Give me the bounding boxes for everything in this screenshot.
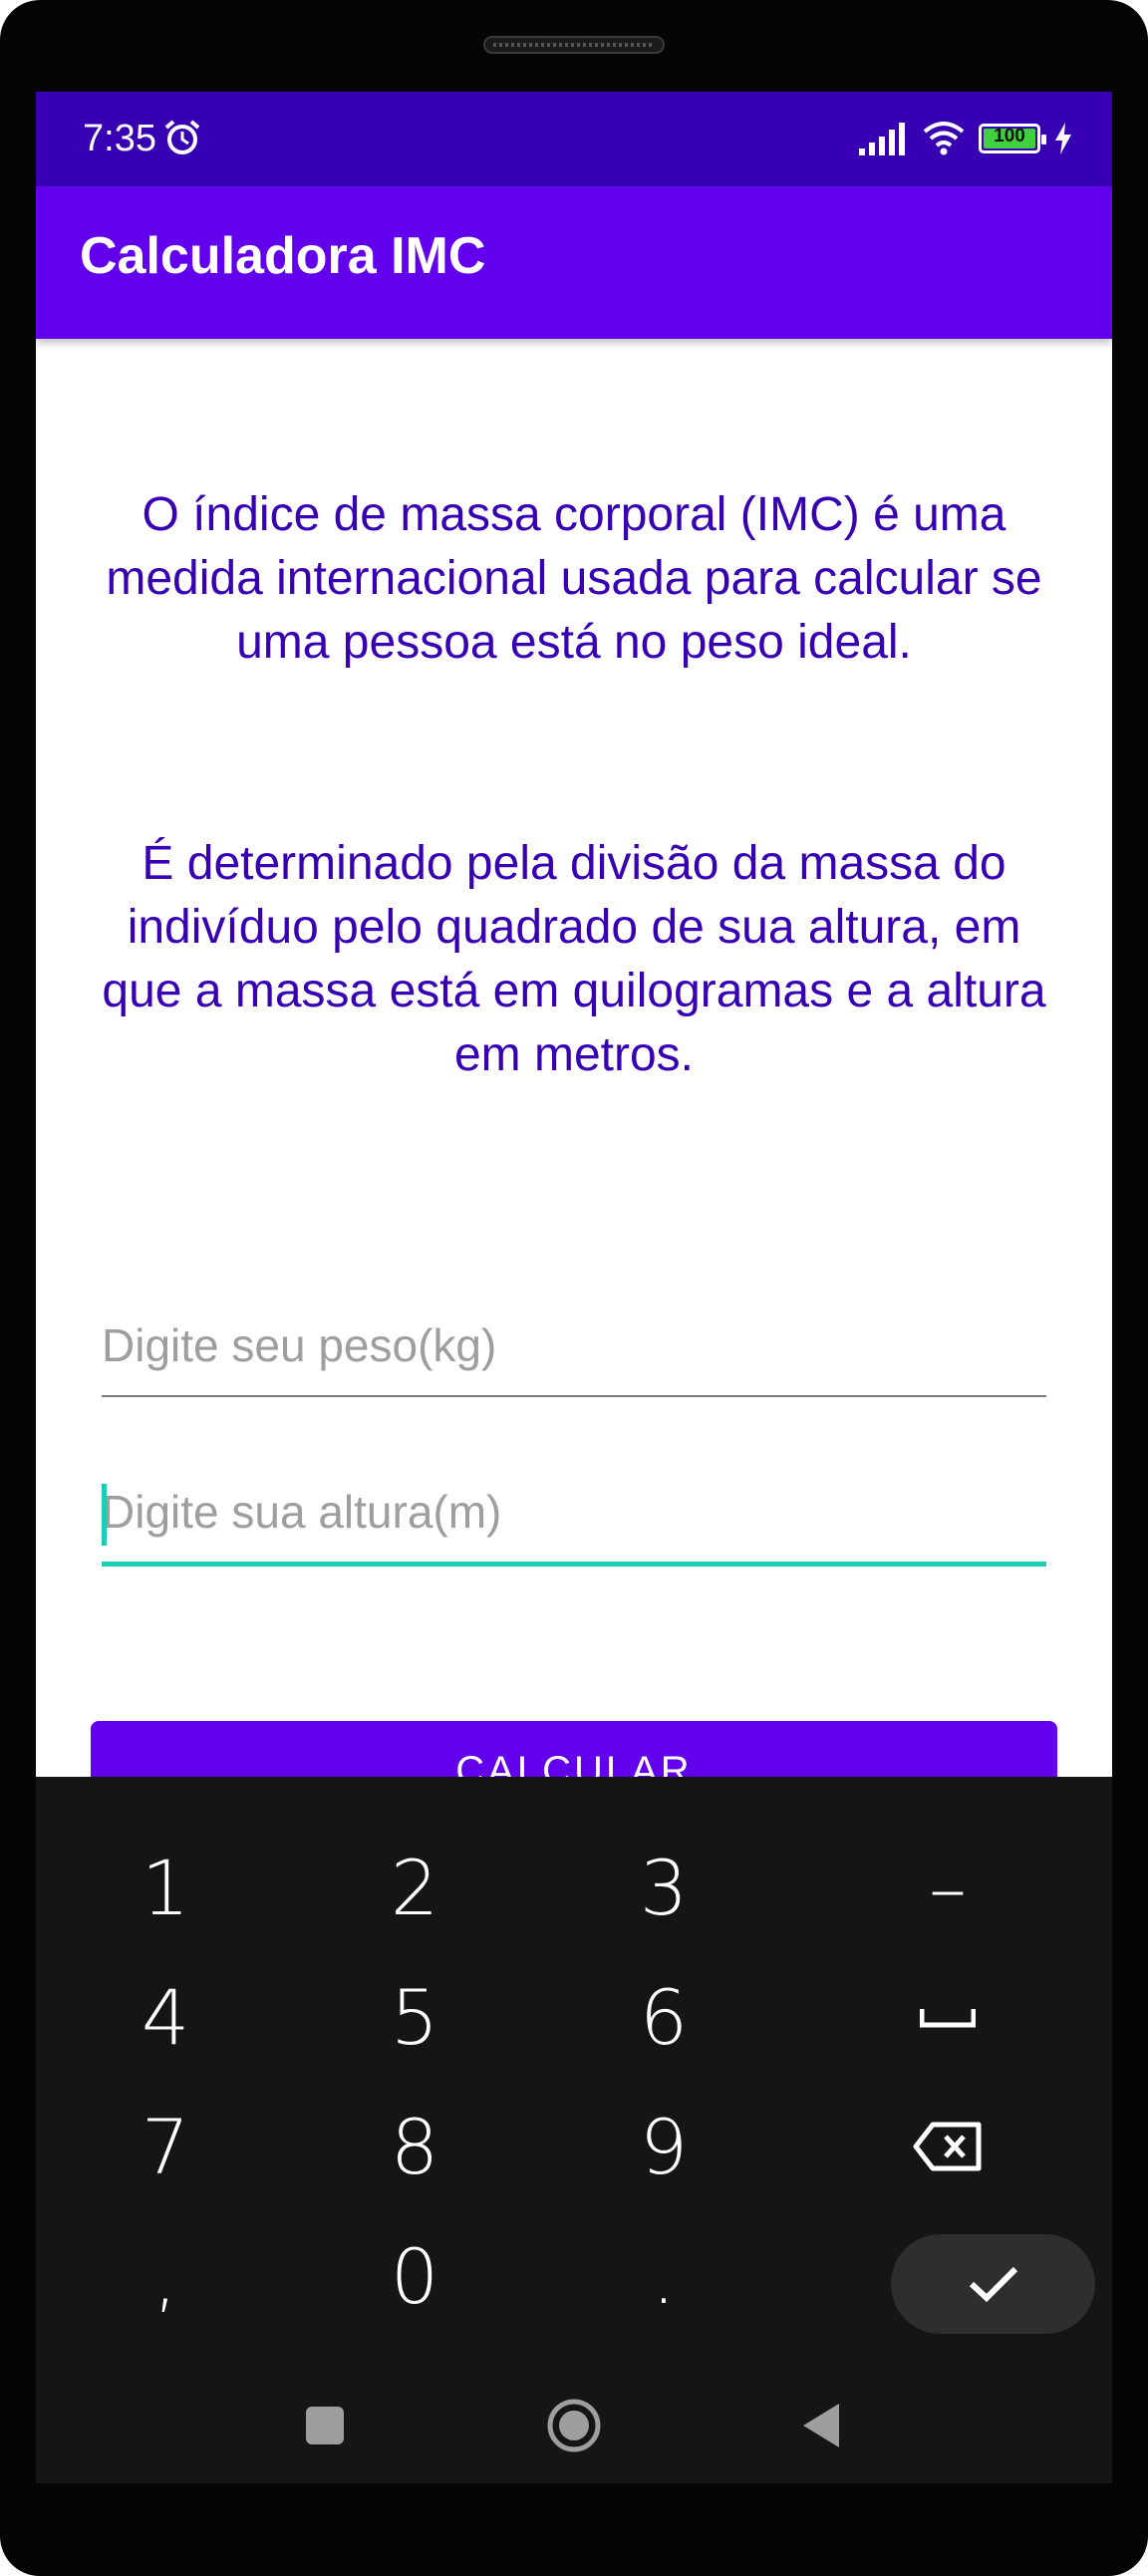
key-space[interactable] (818, 1952, 1077, 2082)
key-comma[interactable]: , (36, 2211, 295, 2341)
key-2[interactable]: 2 (285, 1823, 544, 1952)
key-7[interactable]: 7 (36, 2082, 295, 2211)
navigation-bar (36, 2367, 1112, 2483)
home-icon (547, 2399, 601, 2451)
key-9[interactable]: 9 (534, 2082, 793, 2211)
key-done[interactable] (891, 2234, 1095, 2334)
backspace-icon (913, 2122, 982, 2171)
key-6[interactable]: 6 (534, 1952, 793, 2082)
app-title: Calculadora IMC (80, 227, 486, 285)
key-minus[interactable]: – (818, 1823, 1077, 1952)
height-field[interactable] (102, 1472, 1046, 1567)
text-cursor (102, 1484, 107, 1546)
wifi-icon (923, 122, 965, 155)
status-bar: 7:35 100 (36, 92, 1112, 186)
key-1[interactable]: 1 (36, 1823, 295, 1952)
app-bar: Calculadora IMC (36, 186, 1112, 339)
weight-field[interactable] (102, 1305, 1046, 1397)
key-0[interactable]: 0 (285, 2211, 544, 2341)
home-button[interactable] (514, 2367, 634, 2483)
height-input[interactable] (102, 1472, 1046, 1552)
back-icon (803, 2403, 839, 2447)
key-backspace[interactable] (818, 2082, 1077, 2211)
alarm-icon (164, 120, 200, 154)
description-paragraph-1: O índice de massa corporal (IMC) é uma m… (106, 488, 1042, 669)
checkmark-icon (969, 2266, 1017, 2303)
key-period[interactable]: . (534, 2211, 793, 2341)
key-4[interactable]: 4 (36, 1952, 295, 2082)
phone-speaker (483, 36, 665, 54)
system-icons: 100 (859, 114, 1072, 163)
battery-icon: 100 (979, 124, 1046, 153)
recents-button[interactable] (265, 2367, 385, 2483)
battery-level: 100 (994, 126, 1025, 146)
key-3[interactable]: 3 (534, 1823, 793, 1952)
numeric-keyboard: 1 2 3 – 4 5 6 7 8 9 , 0 . (36, 1777, 1112, 2483)
screen: 7:35 100 Calculadora IMC O índice de mas… (36, 92, 1112, 2483)
signal-icon (859, 123, 905, 155)
charging-icon (1055, 123, 1071, 154)
space-icon (920, 2009, 976, 2028)
weight-input[interactable] (102, 1305, 1046, 1385)
status-time: 7:35 (83, 118, 156, 159)
key-8[interactable]: 8 (285, 2082, 544, 2211)
recents-icon (306, 2406, 344, 2444)
phone-frame: 7:35 100 Calculadora IMC O índice de mas… (0, 0, 1148, 2576)
description-paragraph-2: É determinado pela divisão da massa do i… (102, 837, 1046, 1081)
key-5[interactable]: 5 (285, 1952, 544, 2082)
back-button[interactable] (761, 2367, 881, 2483)
